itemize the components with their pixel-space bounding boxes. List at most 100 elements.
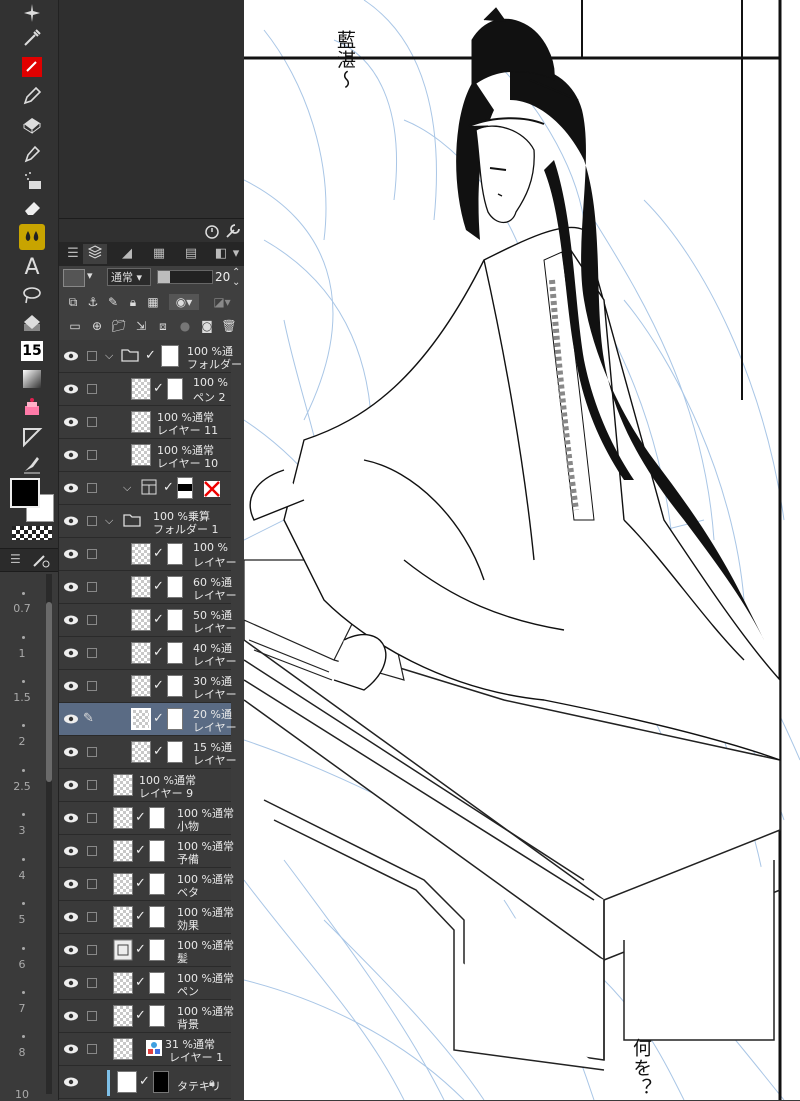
eye-icon[interactable] [63,548,79,560]
edit-lock-checkbox[interactable] [87,417,97,427]
cake-icon[interactable] [19,394,45,420]
eraser-block-icon[interactable] [19,112,45,138]
layer-row[interactable]: ⌵ 100 %乗算 フォルダー 1 [59,505,231,538]
transparent-color-swatch[interactable] [12,526,52,540]
blend-drops-icon[interactable] [19,224,45,250]
brush-size-icon[interactable] [32,552,50,568]
brush-size-item[interactable]: 2.5 [0,780,44,793]
edit-lock-checkbox[interactable] [87,1011,97,1021]
tab-sub-tool[interactable]: ▦ [147,244,171,264]
edit-lock-checkbox[interactable] [87,945,97,955]
timer-icon[interactable] [203,222,221,240]
brush-size-item[interactable]: 3 [0,824,44,837]
create-mask-icon[interactable]: ◙ [199,318,215,334]
edit-lock-checkbox[interactable] [87,813,97,823]
edit-lock-checkbox[interactable] [87,516,97,526]
eye-icon[interactable] [63,350,79,362]
edit-lock-checkbox[interactable] [87,1044,97,1054]
reference-layer-icon[interactable]: ⚓ [85,294,101,310]
lock-icon[interactable]: 🔒︎ [209,1076,215,1090]
layer-row[interactable]: 100 %通常 レイヤー 9 [59,769,231,802]
layer-row[interactable]: ✓ 100 % ペン 2 [59,373,231,406]
layer-row[interactable]: ✓ 100 %通常 ペン [59,967,234,1000]
layer-row[interactable]: ✓ 100 % レイヤー [59,538,237,571]
eye-icon[interactable] [63,746,79,758]
layer-row[interactable]: ✓ 100 %通常 効果 [59,901,234,934]
layer-row[interactable]: ✓ 100 %通常 背景 [59,1000,234,1033]
brush-size-item[interactable]: 0.7 [0,602,44,615]
menu-icon[interactable]: ☰ [10,552,21,566]
eye-icon[interactable] [63,581,79,593]
lock-transparent-icon[interactable]: ▦ [145,294,161,310]
chevron-down-icon[interactable]: ⌵ [105,514,113,528]
drawing-canvas[interactable]: 藍湛〜 何を？ [244,0,800,1100]
edit-lock-checkbox[interactable] [87,549,97,559]
edit-lock-checkbox[interactable] [87,681,97,691]
lasso-icon[interactable] [19,282,45,308]
layer-row[interactable]: 100 %通常 レイヤー 11 [59,406,231,439]
brush-size-item[interactable]: 2 [0,735,44,748]
eye-icon[interactable] [63,878,79,890]
eye-icon[interactable] [63,680,79,692]
edit-lock-checkbox[interactable] [87,648,97,658]
fill-bucket-icon[interactable] [19,310,45,336]
transfer-layer-icon[interactable]: ⇲ [133,318,149,334]
merge-layer-icon[interactable]: ⧈ [155,318,171,334]
edit-lock-checkbox[interactable] [87,582,97,592]
eye-icon[interactable] [63,383,79,395]
layer-row[interactable]: 31 %通常 レイヤー 1 [59,1033,231,1066]
chevron-down-icon[interactable]: ⌵ [105,349,113,363]
edit-lock-checkbox[interactable] [87,384,97,394]
layer-row[interactable]: ✓ 40 %通 レイヤー [59,637,237,670]
layer-row[interactable]: ✓ 100 %通常 ベタ [59,868,234,901]
brush-size-item[interactable]: 6 [0,958,44,971]
eye-icon[interactable] [63,1043,79,1055]
palette-color-icon[interactable]: ◪▾ [209,294,235,310]
gradient-icon[interactable] [19,366,45,392]
chevron-down-icon[interactable]: ▾ [229,244,243,264]
eye-icon[interactable] [63,482,79,494]
mask-disabled-icon[interactable] [203,480,221,498]
edit-lock-checkbox[interactable] [87,615,97,625]
chevron-down-icon[interactable]: ⌵ [123,481,131,495]
eye-icon[interactable] [63,416,79,428]
tab-animation[interactable]: ▤ [179,244,203,264]
edit-lock-checkbox[interactable] [87,351,97,361]
new-folder-icon[interactable]: 📁︎ [111,318,127,334]
edit-lock-checkbox[interactable] [87,483,97,493]
draft-layer-icon[interactable]: ✎ [105,294,121,310]
eye-icon[interactable] [63,614,79,626]
new-vector-layer-icon[interactable]: ⊕ [89,318,105,334]
text-icon[interactable]: A [19,254,45,280]
trash-icon[interactable]: 🗑︎ [221,318,237,334]
layer-row[interactable]: ✓ 30 %通 レイヤー [59,670,237,703]
edit-lock-checkbox[interactable] [87,846,97,856]
brush-size-item[interactable]: 4 [0,869,44,882]
tab-ruler[interactable]: ◢ [115,244,139,264]
pen-icon[interactable] [19,83,45,109]
layer-row[interactable]: ✓ タテキリ 🔒︎ [59,1066,231,1099]
layer-row[interactable]: ⌵ ✓ [59,472,231,505]
lock-icon[interactable]: 🔒︎ [125,294,141,310]
opacity-slider[interactable] [157,270,213,284]
brush-size-item[interactable]: 1.5 [0,691,44,704]
eye-icon[interactable] [63,449,79,461]
layer-row[interactable]: ✓ 60 %通 レイヤー [59,571,237,604]
brush-size-item[interactable]: 1 [0,647,44,660]
layer-row-selected[interactable]: ✎ ✓ 20 %通 レイヤー [59,703,237,736]
wrench-icon[interactable] [224,222,242,240]
brush-size-item[interactable]: 10 [0,1088,44,1101]
brush-size-item[interactable]: 8 [0,1046,44,1059]
eye-icon[interactable] [63,713,79,725]
new-raster-layer-icon[interactable]: ▭ [67,318,83,334]
eye-icon[interactable] [63,944,79,956]
layer-row[interactable]: ✓ 15 %通 レイヤー [59,736,237,769]
eye-icon[interactable] [63,1010,79,1022]
eyedropper-icon[interactable] [19,25,45,51]
edit-lock-checkbox[interactable] [87,879,97,889]
sparkle-icon[interactable] [19,0,45,26]
eye-icon[interactable] [63,977,79,989]
edit-lock-checkbox[interactable] [87,747,97,757]
edit-lock-checkbox[interactable] [87,780,97,790]
brush-size-scroll-thumb[interactable] [46,602,52,782]
